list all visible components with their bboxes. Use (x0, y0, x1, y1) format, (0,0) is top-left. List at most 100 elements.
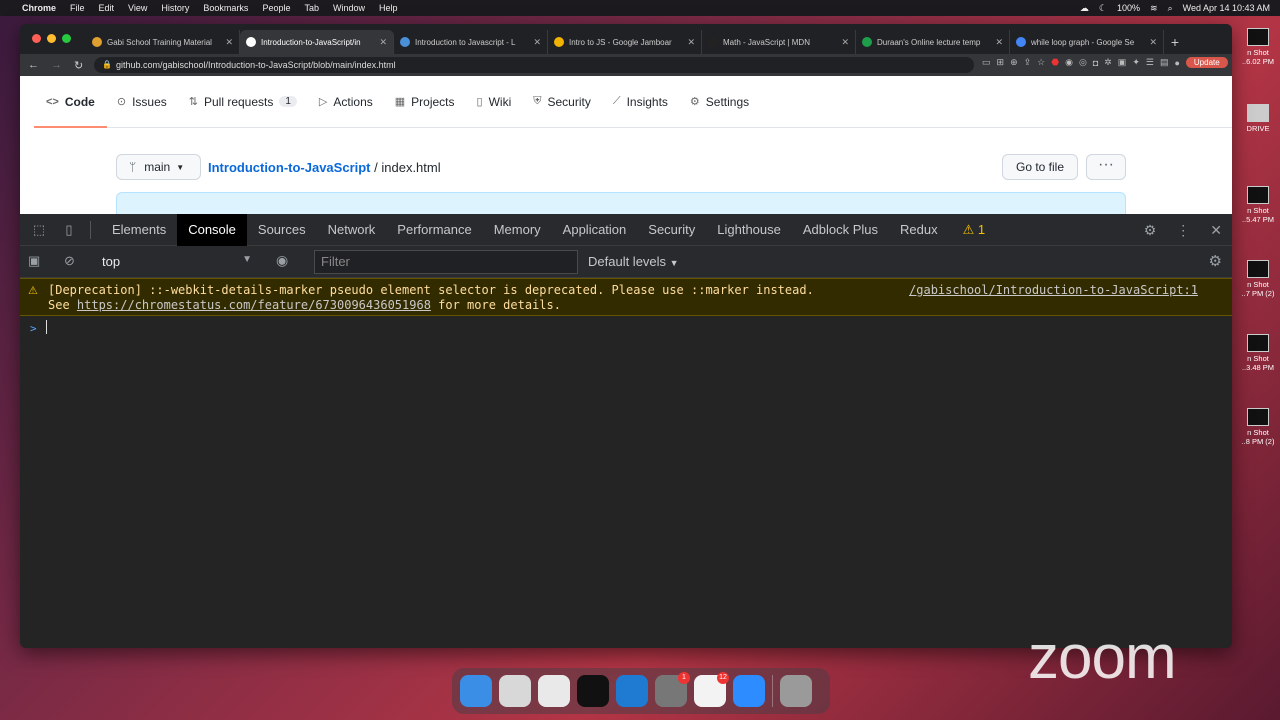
menu-history[interactable]: History (161, 3, 189, 13)
filter-input[interactable]: Filter (314, 250, 578, 274)
desktop-screenshot[interactable]: n Shot ..8 PM (2) (1236, 408, 1280, 446)
browser-tab[interactable]: while loop graph - Google Se ✕ (1010, 30, 1164, 54)
close-tab-icon[interactable]: ✕ (687, 37, 695, 48)
close-icon[interactable]: ✕ (1210, 222, 1222, 239)
devtools-tab-elements[interactable]: Elements (101, 214, 177, 246)
share-icon[interactable]: ⇪ (1024, 57, 1032, 68)
device-toolbar-icon[interactable]: ▯ (58, 222, 80, 238)
sidebar-toggle-icon[interactable]: ▣ (28, 253, 40, 269)
forward-arrow-icon[interactable]: → (51, 59, 62, 71)
browser-tab[interactable]: Duraan's Online lecture temp ✕ (856, 30, 1010, 54)
wifi-icon[interactable]: ≋ (1150, 3, 1158, 14)
source-link[interactable]: /gabischool/Introduction-to-JavaScript:1 (909, 283, 1198, 298)
devtools-tab-adblock-plus[interactable]: Adblock Plus (792, 214, 889, 246)
warning-counter[interactable]: ⚠ 1 (963, 222, 986, 238)
terminal-icon[interactable] (577, 675, 609, 707)
console-settings-icon[interactable]: ⚙ (1209, 252, 1222, 270)
address-bar[interactable]: 🔒 github.com/gabischool/Introduction-to-… (94, 57, 974, 73)
browser-tab[interactable]: Intro to JS - Google Jamboar ✕ (548, 30, 702, 54)
desktop-screenshot[interactable]: n Shot ..5.47 PM (1236, 186, 1280, 224)
menu-window[interactable]: Window (333, 3, 365, 13)
desktop-screenshot[interactable]: n Shot ..3.48 PM (1236, 334, 1280, 372)
close-tab-icon[interactable]: ✕ (995, 37, 1003, 48)
repo-link[interactable]: Introduction-to-JavaScript (208, 160, 371, 175)
minimize-window-button[interactable] (47, 34, 56, 43)
close-tab-icon[interactable]: ✕ (533, 37, 541, 48)
repo-tab-pull-requests[interactable]: ⇅ Pull requests 1 (189, 76, 297, 128)
console-output[interactable]: ⚠ [Deprecation] ::-webkit-details-marker… (20, 278, 1232, 648)
menu-bookmarks[interactable]: Bookmarks (203, 3, 248, 13)
close-tab-icon[interactable]: ✕ (1149, 37, 1157, 48)
close-window-button[interactable] (32, 34, 41, 43)
trash-icon[interactable] (780, 675, 812, 707)
slack-icon[interactable]: 12 (694, 672, 729, 707)
zoom-window-button[interactable] (62, 34, 71, 43)
menu-edit[interactable]: Edit (99, 3, 115, 13)
devtools-tab-memory[interactable]: Memory (483, 214, 552, 246)
reading-list-icon[interactable]: ☰ (1146, 57, 1154, 68)
finder-icon[interactable] (460, 675, 492, 707)
close-tab-icon[interactable]: ✕ (225, 37, 233, 48)
branch-selector[interactable]: ᛘ main ▼ (116, 154, 201, 180)
devtools-tab-sources[interactable]: Sources (247, 214, 317, 246)
browser-tab[interactable]: Introduction to Javascript - L ✕ (394, 30, 548, 54)
repo-tab-projects[interactable]: ▦ Projects (395, 76, 455, 128)
menu-tab[interactable]: Tab (304, 3, 319, 13)
grid-icon[interactable]: ⊞ (997, 57, 1005, 68)
repo-tab-code[interactable]: <> Code (34, 76, 107, 128)
menu-chrome[interactable]: Chrome (22, 3, 56, 13)
devtools-tab-security[interactable]: Security (637, 214, 706, 246)
eye-icon[interactable]: ◉ (276, 252, 288, 269)
chrome-icon[interactable] (538, 675, 570, 707)
sheets-icon[interactable]: ▤ (1160, 57, 1169, 68)
menu-people[interactable]: People (262, 3, 290, 13)
new-tab-icon[interactable]: + (1164, 30, 1186, 54)
devtools-tab-console[interactable]: Console (177, 213, 247, 246)
repo-tab-actions[interactable]: ▷ Actions (319, 76, 373, 128)
launchpad-icon[interactable] (499, 675, 531, 707)
chromestatus-link[interactable]: https://chromestatus.com/feature/6730096… (77, 298, 431, 312)
menu-file[interactable]: File (70, 3, 85, 13)
more-options-button[interactable]: ··· (1086, 154, 1126, 180)
devtools-tab-redux[interactable]: Redux (889, 214, 949, 246)
zoom-magnifier-icon[interactable]: ⊕ (1010, 57, 1018, 68)
repo-tab-insights[interactable]: ⟋ Insights (613, 76, 668, 128)
menu-help[interactable]: Help (379, 3, 398, 13)
desktop-drive[interactable]: DRIVE (1236, 104, 1280, 133)
extension-icon[interactable]: ▣ (1118, 57, 1127, 68)
puzzle-icon[interactable]: ✦ (1132, 57, 1140, 68)
browser-tab[interactable]: Gabi School Training Material ✕ (86, 30, 240, 54)
log-levels-dropdown[interactable]: Default levels ▼ (588, 254, 679, 269)
gear-ext-icon[interactable]: ✲ (1104, 57, 1112, 68)
repo-tab-wiki[interactable]: ▯ Wiki (477, 76, 512, 128)
desktop-screenshot[interactable]: n Shot ..7 PM (2) (1236, 260, 1280, 298)
cloud-icon[interactable]: ☁ (1080, 3, 1089, 14)
desktop-screenshot[interactable]: n Shot ..6.02 PM (1236, 28, 1280, 66)
close-tab-icon[interactable]: ✕ (841, 37, 849, 48)
system-preferences-icon[interactable]: 1 (655, 672, 690, 707)
vscode-icon[interactable] (616, 675, 648, 707)
update-button[interactable]: Update (1185, 57, 1228, 68)
menu-view[interactable]: View (128, 3, 147, 13)
inspect-element-icon[interactable]: ⬚ (28, 222, 50, 238)
search-icon[interactable]: ⌕ (1168, 3, 1173, 14)
browser-tab[interactable]: Math - JavaScript | MDN ✕ (702, 30, 856, 54)
repo-tab-settings[interactable]: ⚙ Settings (690, 76, 749, 128)
moon-icon[interactable]: ☾ (1099, 3, 1107, 14)
profile-avatar[interactable]: ● (1174, 58, 1179, 68)
gear-icon[interactable]: ⚙ (1144, 222, 1157, 239)
adblock-icon[interactable]: ⬣ (1051, 57, 1059, 68)
repo-tab-security[interactable]: ⛨ Security (533, 76, 591, 128)
reload-icon[interactable]: ↻ (74, 59, 83, 72)
devtools-tab-lighthouse[interactable]: Lighthouse (706, 214, 792, 246)
clock[interactable]: Wed Apr 14 10:43 AM (1183, 3, 1270, 13)
close-tab-icon[interactable]: ✕ (379, 37, 387, 48)
back-arrow-icon[interactable]: ← (28, 59, 39, 71)
go-to-file-button[interactable]: Go to file (1002, 154, 1078, 180)
battery-percent[interactable]: 100% (1117, 3, 1140, 13)
devtools-tab-network[interactable]: Network (317, 214, 387, 246)
extension-icon[interactable]: ◉ (1065, 57, 1073, 68)
bookmark-star-icon[interactable]: ☆ (1037, 57, 1045, 68)
devtools-tab-performance[interactable]: Performance (386, 214, 482, 246)
zoom-icon[interactable] (733, 675, 765, 707)
